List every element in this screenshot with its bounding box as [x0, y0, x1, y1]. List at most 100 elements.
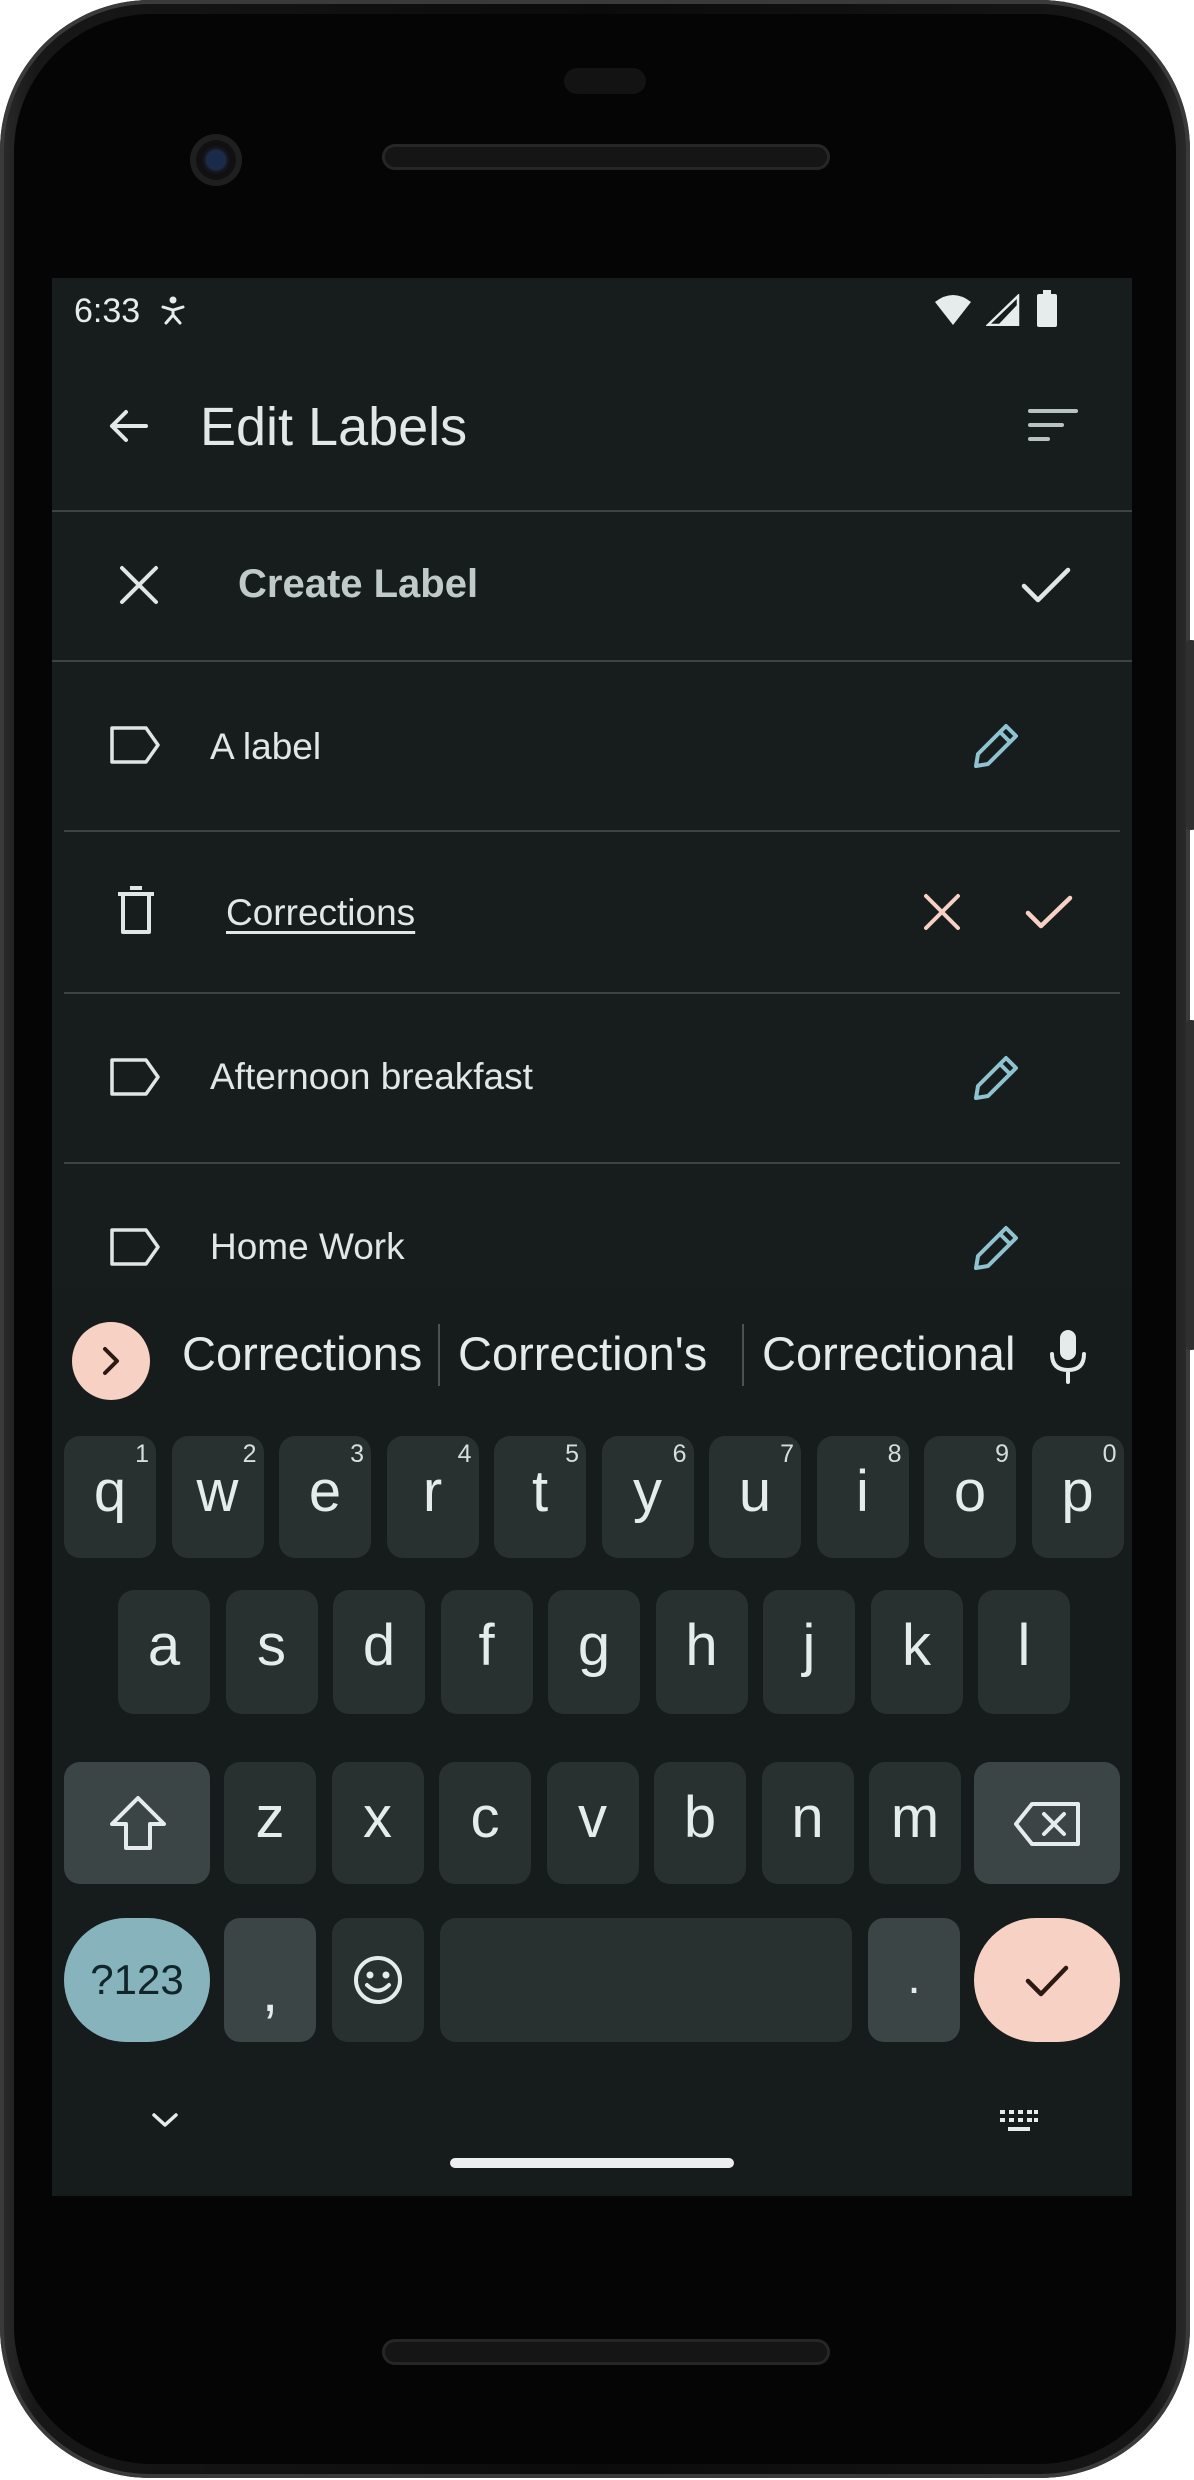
key-f[interactable]: f	[440, 1590, 533, 1714]
label-name-input[interactable]: Corrections	[226, 892, 415, 934]
key-number-hint: 1	[135, 1440, 149, 1468]
label-row[interactable]: A label	[52, 662, 1132, 830]
shift-arrow-icon	[110, 1796, 166, 1850]
gesture-nav-bar[interactable]	[450, 2158, 734, 2168]
key-n[interactable]: n	[761, 1762, 854, 1884]
key-z[interactable]: z	[224, 1762, 316, 1884]
suggestion-1[interactable]: Corrections	[182, 1326, 422, 1381]
key-c[interactable]: c	[439, 1762, 531, 1884]
label-name: Home Work	[210, 1226, 405, 1267]
key-g[interactable]: g	[548, 1590, 640, 1714]
key-h[interactable]: h	[655, 1590, 748, 1714]
label-tag-icon	[110, 1228, 160, 1266]
key-q[interactable]: q1	[64, 1436, 156, 1558]
key-e[interactable]: e3	[279, 1436, 371, 1558]
back-arrow-icon[interactable]	[104, 402, 152, 450]
key-p[interactable]: p0	[1031, 1436, 1124, 1558]
symbols-key-label: ?123	[90, 1956, 184, 2003]
status-bar: 6:33	[52, 278, 1132, 340]
symbols-key[interactable]: ?123	[64, 1918, 210, 2042]
key-number-hint: 2	[242, 1440, 257, 1468]
key-i[interactable]: i8	[816, 1436, 909, 1558]
key-o[interactable]: o9	[924, 1436, 1016, 1558]
key-char: n	[791, 1785, 824, 1850]
suggestion-3[interactable]: Correctional	[762, 1326, 1015, 1381]
key-m[interactable]: m	[869, 1762, 961, 1884]
period-key[interactable]: .	[868, 1918, 960, 2042]
key-t[interactable]: t5	[494, 1436, 586, 1558]
key-char: k	[902, 1613, 931, 1678]
key-k[interactable]: k	[870, 1590, 963, 1714]
delete-trash-icon[interactable]	[116, 886, 156, 936]
space-bar[interactable]	[440, 1918, 852, 2042]
suggestion-divider	[438, 1324, 440, 1386]
key-char: x	[363, 1785, 392, 1850]
key-char: g	[577, 1613, 611, 1678]
edit-pencil-icon[interactable]	[970, 1050, 1024, 1104]
comma-key[interactable]: ,	[224, 1918, 316, 2042]
backspace-key[interactable]	[974, 1762, 1120, 1884]
page-title: Edit Labels	[200, 397, 468, 457]
expand-toolbar-button[interactable]	[72, 1322, 150, 1400]
key-s[interactable]: s	[225, 1590, 318, 1714]
key-char: m	[890, 1785, 940, 1850]
key-number-hint: 7	[780, 1440, 794, 1468]
keyboard-switch-icon[interactable]	[998, 2108, 1040, 2134]
status-time: 6:33	[74, 292, 141, 330]
key-r[interactable]: r4	[386, 1436, 479, 1558]
edit-pencil-icon[interactable]	[970, 1220, 1024, 1274]
emoji-smiley-icon	[354, 1956, 402, 2004]
suggestion-strip: Corrections Correction's Correctional	[52, 1288, 1132, 1406]
cancel-edit-icon[interactable]	[922, 892, 962, 932]
key-char: b	[683, 1785, 717, 1850]
key-char: l	[1017, 1613, 1031, 1678]
label-tag-icon	[110, 1058, 160, 1096]
suggestion-divider	[742, 1324, 744, 1386]
close-icon[interactable]	[116, 562, 162, 608]
key-char: s	[257, 1613, 286, 1678]
label-row[interactable]: Afternoon breakfast	[52, 994, 1132, 1162]
soft-keyboard: Corrections Correction's Correctional ?1…	[52, 1288, 1132, 2196]
volume-button	[1186, 1020, 1194, 1350]
key-number-hint: 5	[565, 1440, 579, 1468]
suggestion-2[interactable]: Correction's	[458, 1326, 707, 1381]
chevron-right-icon	[103, 1347, 119, 1375]
create-label-row: Create Label	[52, 512, 1132, 658]
label-row[interactable]: Home Work	[52, 1164, 1132, 1288]
phone-frame: 6:33 Edit Labels Create Label A label Co…	[0, 0, 1194, 2478]
key-y[interactable]: y6	[601, 1436, 694, 1558]
key-w[interactable]: w2	[171, 1436, 264, 1558]
sort-icon[interactable]	[1028, 406, 1078, 446]
app-bar: Edit Labels	[52, 340, 1132, 510]
key-d[interactable]: d	[333, 1590, 425, 1714]
create-label-input[interactable]: Create Label	[238, 562, 478, 607]
enter-done-key[interactable]	[974, 1918, 1120, 2042]
key-a[interactable]: a	[118, 1590, 210, 1714]
key-char: v	[578, 1785, 607, 1850]
confirm-check-icon[interactable]	[1020, 566, 1072, 606]
hide-keyboard-chevron-icon[interactable]	[150, 2110, 180, 2130]
comma-key-label: ,	[261, 1959, 279, 2024]
key-number-hint: 3	[350, 1440, 364, 1468]
key-v[interactable]: v	[546, 1762, 639, 1884]
key-x[interactable]: x	[331, 1762, 424, 1884]
key-char: f	[478, 1613, 495, 1678]
power-button	[1186, 640, 1194, 830]
key-char: d	[362, 1613, 396, 1678]
save-edit-check-icon[interactable]	[1024, 894, 1074, 932]
label-row-editing[interactable]: Corrections	[52, 832, 1132, 992]
key-char: j	[802, 1613, 816, 1678]
key-char: h	[685, 1613, 718, 1678]
earpiece-speaker	[382, 144, 830, 170]
done-check-icon	[1025, 1965, 1069, 1997]
key-number-hint: 0	[1102, 1440, 1117, 1468]
key-l[interactable]: l	[978, 1590, 1070, 1714]
key-b[interactable]: b	[654, 1762, 746, 1884]
edit-pencil-icon[interactable]	[970, 718, 1024, 772]
shift-key[interactable]	[64, 1762, 210, 1884]
emoji-key[interactable]	[332, 1918, 424, 2042]
key-char: z	[255, 1785, 285, 1850]
key-u[interactable]: u7	[709, 1436, 801, 1558]
key-j[interactable]: j	[763, 1590, 855, 1714]
microphone-icon[interactable]	[1048, 1328, 1088, 1384]
